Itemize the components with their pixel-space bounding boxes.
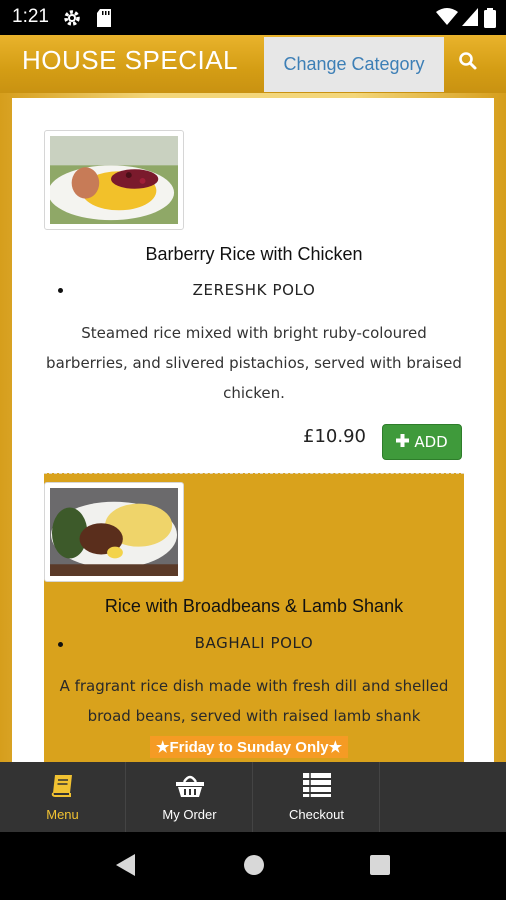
status-time: 1:21 <box>12 6 49 27</box>
back-icon[interactable] <box>114 852 138 882</box>
nav-my-order-label: My Order <box>162 807 217 822</box>
promo-badge: ★Friday to Sunday Only★ <box>150 736 349 758</box>
list-icon <box>302 772 332 801</box>
home-icon[interactable] <box>242 852 266 882</box>
search-button[interactable] <box>448 43 488 83</box>
dish-description: Steamed rice mixed with bright ruby-colo… <box>46 324 462 402</box>
menu-book-icon <box>50 772 76 801</box>
dish-image <box>44 482 184 582</box>
dish-description: A fragrant rice dish made with fresh dil… <box>59 677 449 725</box>
recents-icon[interactable] <box>368 852 392 882</box>
settings-icon <box>62 8 82 32</box>
page-title: HOUSE SPECIAL <box>22 45 239 75</box>
basket-icon <box>175 772 205 801</box>
wifi-icon <box>436 8 458 30</box>
add-button[interactable]: ADD <box>382 424 462 460</box>
bottom-nav: Menu My Order Checkout <box>0 762 506 832</box>
nav-menu[interactable]: Menu <box>0 762 126 832</box>
status-bar: 1:21 <box>0 0 506 35</box>
search-icon <box>458 51 478 75</box>
nav-my-order[interactable]: My Order <box>127 762 253 832</box>
signal-icon <box>462 8 478 30</box>
dish-price: £10.90 <box>303 426 366 447</box>
sd-card-icon <box>96 8 112 32</box>
system-nav-bar <box>0 832 506 900</box>
dish-image <box>44 130 184 230</box>
nav-checkout[interactable]: Checkout <box>254 762 380 832</box>
dish-subtitle: BAGHALI POLO <box>194 634 314 652</box>
menu-item[interactable]: Rice with Broadbeans & Lamb Shank BAGHAL… <box>44 473 464 762</box>
change-category-button[interactable]: Change Category <box>264 37 444 92</box>
plus-icon <box>396 433 410 451</box>
menu-item[interactable]: Barberry Rice with Chicken ZERESHK POLO … <box>44 98 464 473</box>
dish-name: Rice with Broadbeans & Lamb Shank <box>104 596 404 616</box>
menu-list[interactable]: Barberry Rice with Chicken ZERESHK POLO … <box>12 98 494 762</box>
app-header: HOUSE SPECIAL Change Category <box>0 35 506 93</box>
dish-name: Barberry Rice with Chicken <box>145 244 363 264</box>
battery-icon <box>484 8 496 32</box>
dish-subtitle: ZERESHK POLO <box>192 281 316 299</box>
nav-menu-label: Menu <box>46 807 79 822</box>
nav-checkout-label: Checkout <box>289 807 344 822</box>
add-button-label: ADD <box>414 433 448 451</box>
